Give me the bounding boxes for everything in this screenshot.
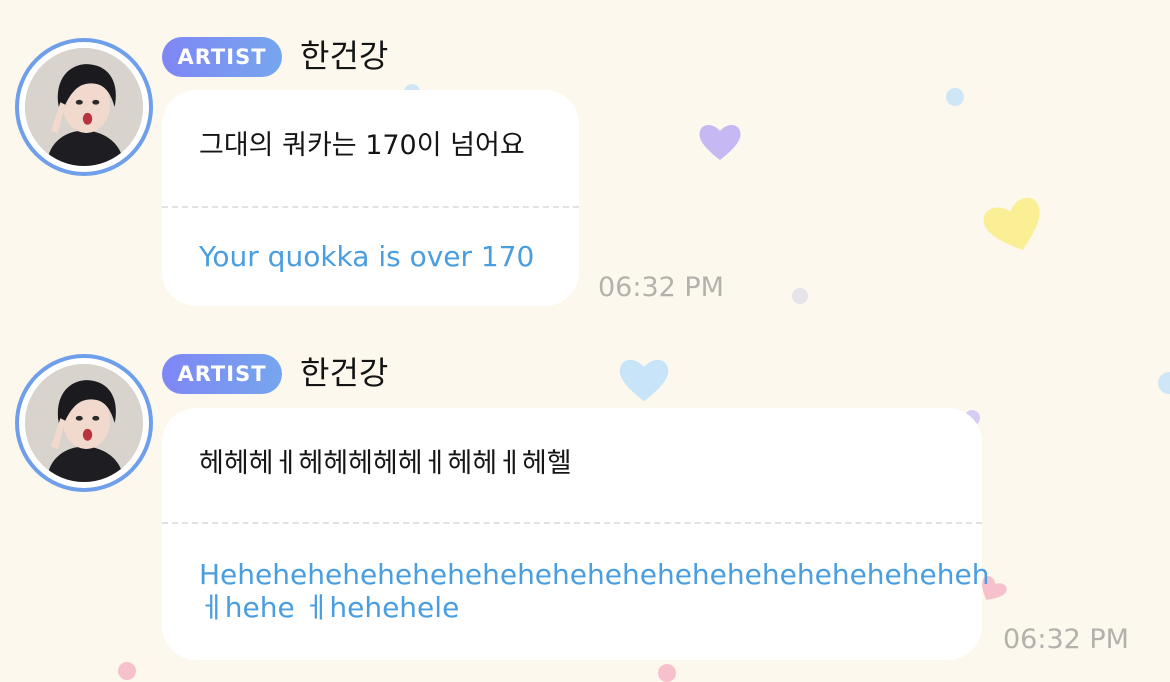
decor-dot — [1158, 372, 1170, 394]
decor-dot — [658, 664, 676, 682]
yellow-heart-icon — [983, 197, 1040, 250]
avatar[interactable] — [15, 38, 153, 176]
message-bubble[interactable]: 그대의 쿼카는 170이 넘어요 Your quokka is over 170 — [162, 90, 579, 306]
artist-badge: ARTIST — [162, 37, 282, 77]
message-bubble[interactable]: 헤헤헤ㅔ헤헤헤헤헤ㅔ헤헤ㅔ헤헬 Hehehehehehehehehehehehe… — [162, 408, 990, 660]
message-timestamp: 06:32 PM — [1003, 624, 1129, 655]
avatar[interactable] — [15, 354, 153, 492]
original-text: 그대의 쿼카는 170이 넘어요 — [199, 130, 525, 161]
artist-profile-photo — [25, 48, 143, 166]
bubble-divider — [162, 522, 982, 524]
purple-heart-icon — [699, 124, 741, 160]
original-text: 헤헤헤ㅔ헤헤헤헤헤ㅔ헤헤ㅔ헤헬 — [199, 448, 572, 479]
decor-dot — [946, 88, 964, 106]
decor-dot — [118, 662, 136, 680]
bubble-divider — [162, 206, 579, 208]
person-photo-icon — [25, 48, 143, 166]
sender-name[interactable]: 한건강 — [300, 353, 388, 393]
artist-badge: ARTIST — [162, 354, 282, 394]
artist-profile-photo — [25, 364, 143, 482]
person-photo-icon — [25, 364, 143, 482]
sender-name[interactable]: 한건강 — [300, 36, 388, 76]
translated-text: Your quokka is over 170 — [199, 240, 535, 273]
translated-text: Hehehehehehehehehehehehehehehehehehehehe… — [199, 558, 990, 624]
message-timestamp: 06:32 PM — [598, 272, 724, 303]
blue-heart-icon — [619, 359, 669, 402]
decor-dot — [792, 288, 808, 304]
